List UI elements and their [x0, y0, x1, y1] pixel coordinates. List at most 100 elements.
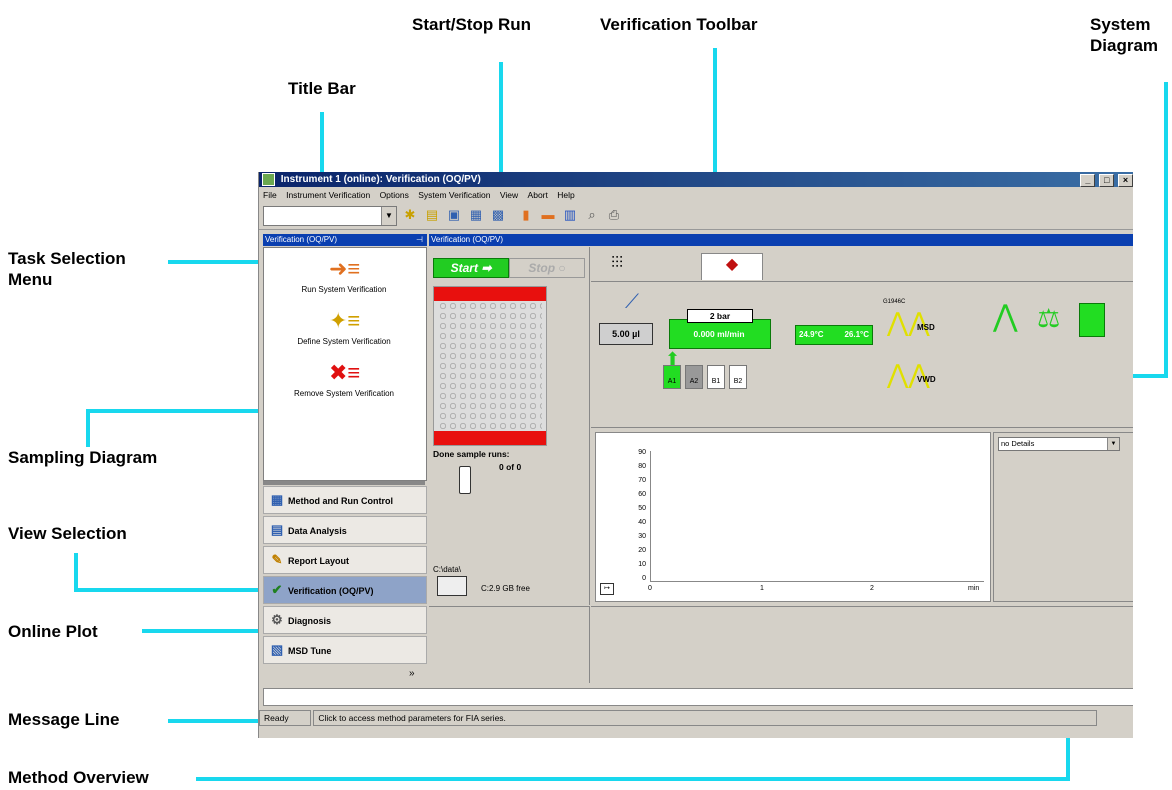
tabs-row — [591, 253, 1133, 282]
vwd-detector[interactable]: ⋀⋀ VWD — [883, 359, 945, 399]
minimize-button[interactable]: _ — [1080, 174, 1096, 187]
stop-button[interactable]: Stop ○ — [509, 258, 585, 278]
start-button[interactable]: Start ➡ — [433, 258, 509, 278]
line-system-v — [1164, 82, 1168, 378]
print-setup-icon[interactable]: ▩ — [489, 206, 507, 224]
view-label: Verification (OQ/PV) — [288, 586, 374, 596]
view-diagnosis[interactable]: ⚙ Diagnosis — [263, 606, 427, 634]
bottle-b2[interactable]: B2 — [729, 365, 747, 389]
column-compartment[interactable]: 24.9°C 26.1°C — [795, 325, 873, 345]
done-runs-label: Done sample runs: — [433, 449, 510, 459]
view-verification[interactable]: ✔ Verification (OQ/PV) — [263, 576, 427, 604]
status-bar: Ready Click to access method parameters … — [259, 708, 1133, 728]
menu-system-verification[interactable]: System Verification — [418, 190, 490, 200]
book-icon[interactable]: ▬ — [539, 206, 557, 224]
maximize-button[interactable]: □ — [1099, 174, 1115, 187]
tab-instruments[interactable]: ⫶⫶⫶ — [611, 255, 623, 273]
left-panel-title-text: Verification (OQ/PV) — [265, 235, 338, 244]
view-method-run-control[interactable]: ▦ Method and Run Control — [263, 486, 427, 514]
callout-verification-toolbar: Verification Toolbar — [600, 15, 758, 34]
online-plot[interactable]: 90 80 70 60 50 40 30 20 10 0 0 1 2 min ↦ — [595, 432, 991, 602]
title-bar[interactable]: Instrument 1 (online): Verification (OQ/… — [259, 172, 1133, 187]
tab-verification-book[interactable]: ◆ — [701, 253, 763, 280]
define-icon[interactable]: ✱ — [401, 206, 419, 224]
menu-view[interactable]: View — [500, 190, 518, 200]
pin-icon[interactable]: ⊣ — [416, 234, 423, 246]
callout-online-plot: Online Plot — [8, 622, 98, 641]
pump-flow: 0.000 ml/min — [693, 329, 745, 339]
y-tick: 60 — [638, 491, 646, 498]
data-analysis-icon: ▤ — [270, 522, 284, 537]
injector-volume: 5.00 µl — [612, 329, 640, 339]
bottle-a1[interactable]: A1 — [663, 365, 681, 389]
callout-method-overview: Method Overview — [8, 768, 149, 787]
balance-icon[interactable]: ⚖ — [1037, 303, 1060, 334]
report-layout-icon: ✎ — [271, 552, 283, 567]
close-button[interactable]: × — [1118, 174, 1133, 187]
bottle-a2[interactable]: A2 — [685, 365, 703, 389]
method-combo[interactable]: ▼ — [263, 206, 397, 226]
pump-pressure: 2 bar — [687, 309, 753, 323]
injector[interactable]: 5.00 µl — [599, 323, 653, 345]
task-remove-system-verification[interactable]: ✖≡ Remove System Verification — [264, 360, 424, 398]
msd-detector[interactable]: G1946C ⋀⋀ MSD — [883, 299, 945, 339]
menu-abort[interactable]: Abort — [528, 190, 548, 200]
y-tick: 80 — [638, 463, 646, 470]
window-controls: _ □ × — [1079, 173, 1133, 188]
bottle-b1[interactable]: B1 — [707, 365, 725, 389]
data-peak-icon[interactable]: ⋀ — [993, 299, 1018, 334]
save-icon[interactable]: ▣ — [445, 206, 463, 224]
verification-icon: ✔ — [271, 582, 283, 597]
data-path: C:\data\ — [433, 565, 462, 574]
report-icon[interactable]: ▮ — [517, 206, 535, 224]
diagnosis-icon: ⚙ — [271, 612, 283, 627]
lower-left-pane — [429, 606, 590, 683]
save-as-icon[interactable]: ▦ — [467, 206, 485, 224]
task-define-system-verification[interactable]: ✦≡ Define System Verification — [264, 308, 424, 346]
view-msd-tune[interactable]: ▧ MSD Tune — [263, 636, 427, 664]
y-tick: 90 — [638, 449, 646, 456]
details-dropdown[interactable]: no Details ▼ — [998, 437, 1120, 451]
bottle-label: B2 — [733, 378, 743, 385]
define-verification-icon: ✦≡ — [329, 308, 361, 333]
task-remove-label: Remove System Verification — [293, 389, 395, 398]
menu-help[interactable]: Help — [557, 190, 574, 200]
message-line — [263, 688, 1133, 706]
arrow-right-icon: ➡ — [481, 261, 492, 275]
view-selection-splitter[interactable] — [263, 481, 425, 485]
view-label: Data Analysis — [288, 526, 347, 536]
status-message: Click to access method parameters for FI… — [313, 710, 1098, 726]
chevron-down-icon[interactable]: ▼ — [1107, 438, 1119, 450]
chevron-down-icon[interactable]: ▼ — [381, 207, 396, 225]
application-window: Instrument 1 (online): Verification (OQ/… — [258, 172, 1133, 738]
print-icon[interactable]: ⎙ — [605, 206, 623, 224]
vial-icon — [459, 466, 471, 494]
y-tick: 50 — [638, 505, 646, 512]
y-tick: 30 — [638, 533, 646, 540]
zoom-reset-icon[interactable]: ↦ — [600, 583, 614, 595]
x-tick: 2 — [870, 585, 874, 592]
menu-file[interactable]: File — [263, 190, 277, 200]
task-run-system-verification[interactable]: ➜≡ Run System Verification — [264, 256, 424, 294]
syringe-icon: ⟋ — [625, 291, 639, 313]
chart-icon[interactable]: ▥ — [561, 206, 579, 224]
x-tick: 0 — [648, 585, 652, 592]
sampling-diagram[interactable] — [433, 286, 547, 446]
disk-free: C:2.9 GB free — [481, 584, 530, 593]
load-icon[interactable]: ▤ — [423, 206, 441, 224]
method-run-icon: ▦ — [270, 492, 284, 507]
menu-instrument-verification[interactable]: Instrument Verification — [286, 190, 370, 200]
main-panel-title-text: Verification (OQ/PV) — [431, 235, 504, 244]
report-document-icon[interactable] — [1079, 303, 1105, 337]
stop-circle-icon: ○ — [558, 261, 566, 275]
x-tick: 1 — [760, 585, 764, 592]
view-data-analysis[interactable]: ▤ Data Analysis — [263, 516, 427, 544]
view-report-layout[interactable]: ✎ Report Layout — [263, 546, 427, 574]
preview-icon[interactable]: ⌕ — [583, 206, 601, 224]
y-tick: 10 — [638, 561, 646, 568]
view-label: Diagnosis — [288, 616, 332, 626]
line-system-h — [1132, 374, 1168, 378]
tray-bottom-band — [434, 431, 546, 445]
more-views-chevron-icon[interactable]: » — [409, 668, 415, 679]
menu-options[interactable]: Options — [380, 190, 409, 200]
